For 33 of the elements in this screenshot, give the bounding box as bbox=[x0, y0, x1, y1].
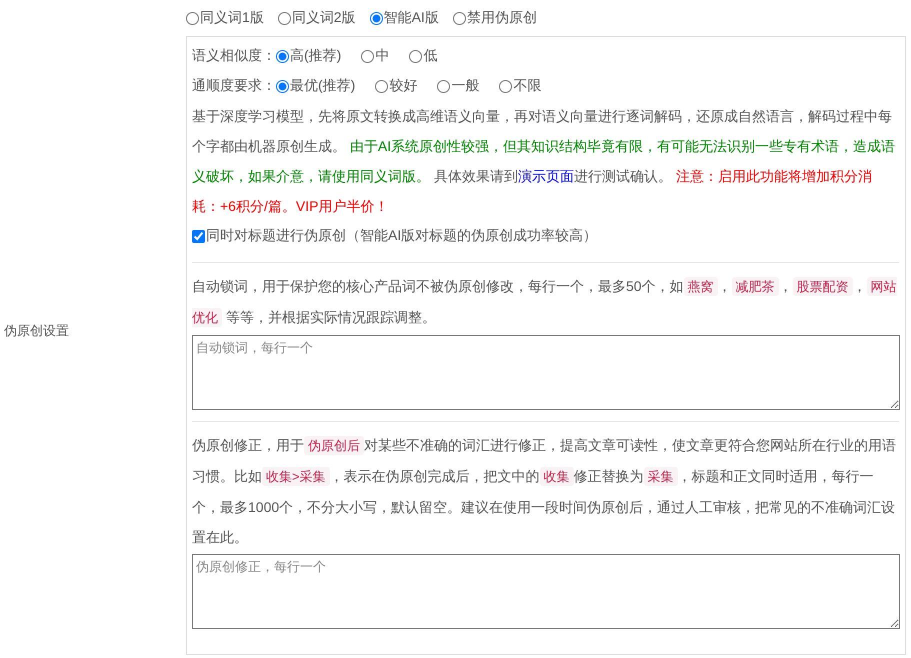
radio-button[interactable] bbox=[370, 12, 383, 24]
demo-link[interactable]: 演示页面 bbox=[518, 168, 574, 184]
radio-label[interactable]: 高(推荐) bbox=[290, 47, 342, 65]
radio-label[interactable]: 低 bbox=[423, 47, 438, 65]
lock-words-help-text: 自动锁词，用于保护您的核心产品词不被伪原创修改，每行一个，最多50个，如 燕窝 ， 减肥茶 ， 股票配资 ， 网站优化 等等，并根据实际情况跟踪调整。 bbox=[192, 276, 898, 329]
radio-label[interactable]: 智能AI版 bbox=[384, 9, 439, 27]
radio-button[interactable] bbox=[276, 80, 289, 92]
radio-label[interactable]: 不限 bbox=[513, 77, 542, 95]
radio-label[interactable]: 禁用伪原创 bbox=[466, 9, 537, 27]
corrections-input-field[interactable]: 伪原创修正，每行一个 bbox=[192, 554, 900, 629]
radio-button[interactable] bbox=[276, 50, 289, 62]
checkbox-label[interactable]: 同时对标题进行伪原创（智能AI版对标题的伪原创成功率较高） bbox=[206, 227, 598, 245]
radio-label[interactable]: 最优(推荐) bbox=[290, 77, 356, 95]
lock-words-input-field[interactable]: 自动锁词，每行一个 bbox=[192, 335, 900, 410]
radio-button[interactable] bbox=[186, 12, 199, 24]
radio-button[interactable] bbox=[437, 80, 450, 92]
radio-label[interactable]: 较好 bbox=[389, 77, 418, 95]
radio-label[interactable]: 同义词1版 bbox=[200, 9, 264, 27]
radio-label[interactable]: 一般 bbox=[451, 77, 480, 95]
field-label: 通顺度要求： bbox=[192, 77, 276, 95]
radio-button[interactable] bbox=[452, 12, 466, 24]
radio-button[interactable] bbox=[375, 80, 388, 92]
radio-button[interactable] bbox=[409, 50, 422, 62]
section-label: 伪原创设置 bbox=[3, 322, 70, 340]
radio-label[interactable]: 中 bbox=[375, 47, 390, 65]
radio-button[interactable] bbox=[361, 50, 374, 62]
checkbox[interactable] bbox=[192, 230, 205, 242]
field-label: 语义相似度： bbox=[192, 47, 276, 65]
description-text: 基于深度学习模型，先将原文转换成高维语义向量，再对语义向量进行逐词解码，还原成自然语言，解码过程中每个字都由机器原创生成。 由于AI系统原创性较强，但其知识结构毕竟有限，有可能无法识别一些专有术语，造成语义破坏，如果介意，请使用同义词版。 具体效果请到演示页面进行测试确认。 注意：启用此功能将增加积分消耗：+6积分/篇。VIP用户半价！ bbox=[192, 107, 896, 216]
radio-button[interactable] bbox=[499, 80, 512, 92]
corrections-help-text: 伪原创修正，用于 伪原创后 对某些不准确的词汇进行修正，提高文章可读性，使文章更符合您网站所在行业的用语习惯。比如 收集>采集 ，表示在伪原创完成后，把文中的 收集 修正替换为 采集 ，标题和正文同时适用，每行一个，最多1000个，不分大小写，默认留空。建议在使用一段时间伪原创后，通过人工审核，把常见的不准确词汇设置在此。 bbox=[192, 435, 897, 547]
radio-button[interactable] bbox=[278, 12, 291, 24]
radio-label[interactable]: 同义词2版 bbox=[292, 9, 356, 27]
